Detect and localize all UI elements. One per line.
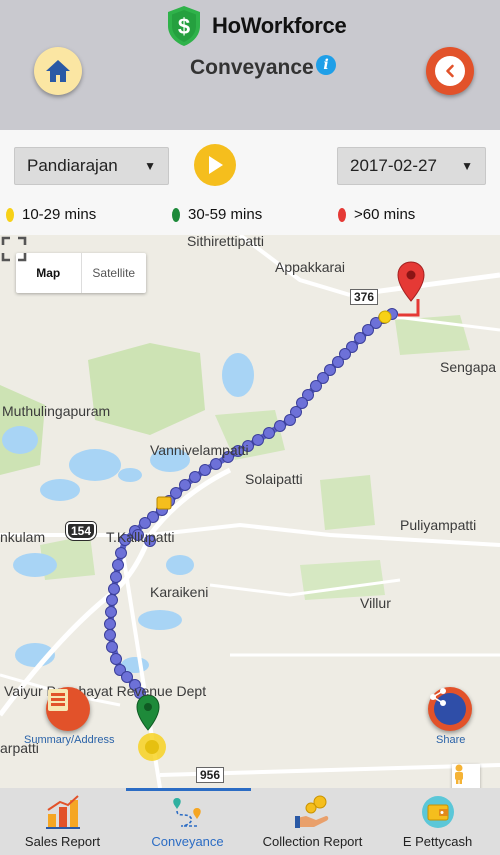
user-select-value: Pandiarajan bbox=[27, 156, 118, 175]
place-label: Muthulingapuram bbox=[2, 403, 111, 419]
road-shield-956: 956 bbox=[196, 767, 225, 783]
fullscreen-icon[interactable] bbox=[0, 235, 28, 263]
play-button[interactable] bbox=[194, 144, 236, 186]
yellow-dot-icon bbox=[6, 207, 14, 222]
summary-address-label: Summary/Address bbox=[24, 734, 115, 746]
share-label: Share bbox=[436, 734, 466, 746]
route-icon bbox=[172, 798, 201, 827]
legend-item-red: >60 mins bbox=[338, 206, 415, 223]
bottom-nav: Sales Report Conveyance Collection Repor… bbox=[0, 788, 500, 855]
home-button[interactable] bbox=[34, 47, 82, 95]
app-name: HoWorkforce bbox=[212, 13, 347, 38]
nav-collection-report[interactable]: Collection Report bbox=[250, 788, 375, 855]
place-label: Vaiyur Panchayat Revenue Dept bbox=[4, 683, 207, 699]
place-label: Appakkarai bbox=[275, 259, 346, 275]
dropdown-arrow-icon: ▼ bbox=[461, 159, 473, 173]
share-icon bbox=[430, 688, 446, 706]
place-label: Karaikeni bbox=[150, 584, 209, 600]
legend-label: 30-59 mins bbox=[188, 206, 263, 223]
place-label: Sengapa bbox=[440, 359, 497, 375]
date-select-value: 2017-02-27 bbox=[350, 156, 437, 175]
nav-e-pettycash[interactable]: E Pettycash bbox=[375, 788, 500, 855]
road-shield-376: 376 bbox=[350, 289, 379, 305]
dropdown-arrow-icon: ▼ bbox=[144, 159, 156, 173]
legend-label: >60 mins bbox=[354, 206, 416, 223]
home-icon bbox=[46, 60, 70, 82]
place-label: nkulam bbox=[0, 529, 46, 545]
chevron-left-icon bbox=[446, 64, 454, 78]
wallet-icon bbox=[421, 796, 454, 828]
play-icon bbox=[209, 156, 223, 174]
place-label: Villur bbox=[360, 595, 391, 611]
coins-hand-icon bbox=[294, 795, 328, 828]
nav-label: Conveyance bbox=[151, 834, 224, 849]
street-view-button[interactable] bbox=[452, 764, 480, 788]
app-header: $ HoWorkforce Conveyance i bbox=[0, 0, 500, 130]
legend-item-yellow: 10-29 mins bbox=[6, 206, 96, 223]
brand: $ HoWorkforce bbox=[164, 4, 347, 48]
red-dot-icon bbox=[338, 207, 346, 222]
dollar-shield-icon: $ bbox=[168, 6, 200, 46]
pegman-icon bbox=[455, 764, 463, 784]
summary-address-button[interactable] bbox=[46, 687, 90, 731]
back-button[interactable] bbox=[426, 47, 474, 95]
date-select[interactable]: 2017-02-27 ▼ bbox=[337, 147, 486, 185]
place-label: Sithirettipatti bbox=[187, 235, 265, 249]
nav-conveyance[interactable]: Conveyance bbox=[125, 788, 250, 855]
nav-sales-report[interactable]: Sales Report bbox=[0, 788, 125, 855]
nav-label: Collection Report bbox=[262, 834, 363, 849]
page-title: Conveyance bbox=[190, 56, 314, 79]
info-icon[interactable]: i bbox=[316, 55, 336, 75]
green-dot-icon bbox=[172, 207, 180, 222]
svg-text:$: $ bbox=[178, 14, 190, 39]
legend-label: 10-29 mins bbox=[22, 206, 97, 223]
legend-item-green: 30-59 mins bbox=[172, 206, 262, 223]
document-list-icon bbox=[48, 689, 68, 711]
route-map[interactable]: Sithirettipatti Appakkarai Sengapa Muthu… bbox=[0, 235, 500, 788]
map-type-satellite-button[interactable]: Satellite bbox=[82, 253, 147, 293]
nav-label: E Pettycash bbox=[402, 834, 473, 849]
map-type-control: Map Satellite bbox=[16, 253, 146, 293]
filter-bar: Pandiarajan ▼ 2017-02-27 ▼ 10-29 mins 30… bbox=[0, 130, 500, 235]
place-label: T.Kallupatti bbox=[106, 529, 175, 545]
nav-label: Sales Report bbox=[24, 834, 101, 849]
user-select[interactable]: Pandiarajan ▼ bbox=[14, 147, 169, 185]
place-label: Vannivelampatti bbox=[150, 442, 249, 458]
bar-chart-icon bbox=[45, 795, 80, 829]
place-label: Puliyampatti bbox=[400, 517, 477, 533]
share-button[interactable] bbox=[428, 687, 472, 731]
place-label: Solaipatti bbox=[245, 471, 303, 487]
road-shield-154: 154 bbox=[64, 521, 98, 541]
